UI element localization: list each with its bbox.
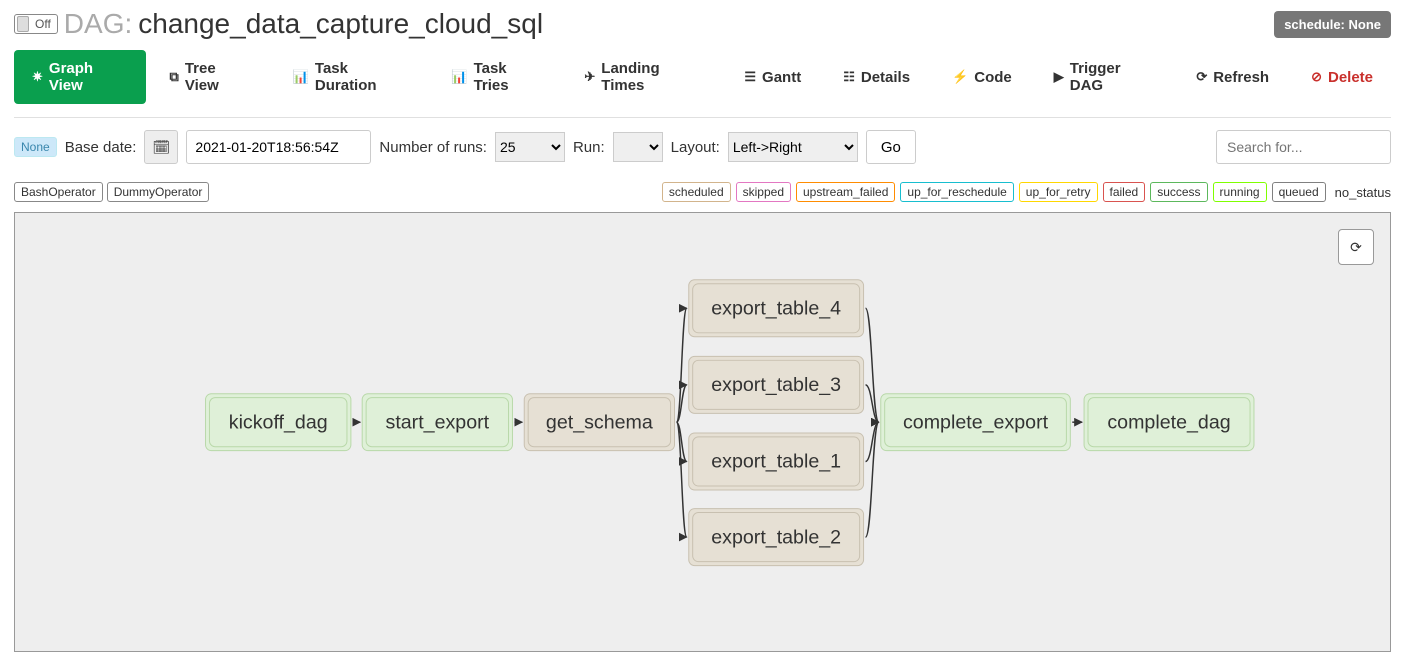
tab-graph-view[interactable]: ✷Graph View <box>14 50 146 104</box>
task-node-export_table_4[interactable]: export_table_4 <box>689 280 864 337</box>
task-node-complete_dag[interactable]: complete_dag <box>1084 394 1254 451</box>
num-runs-select[interactable]: 25 <box>495 132 565 162</box>
tab-code[interactable]: ⚡Code <box>934 50 1030 104</box>
view-tabs: ✷Graph View ⧉Tree View 📊Task Duration 📊T… <box>0 40 1405 105</box>
tab-task-tries[interactable]: 📊Task Tries <box>433 50 560 104</box>
toggle-knob <box>17 16 29 32</box>
status-badge-success[interactable]: success <box>1150 182 1207 202</box>
legend-row: BashOperator DummyOperator scheduledskip… <box>0 176 1405 212</box>
tree-icon: ⧉ <box>170 69 179 85</box>
graph-refresh-button[interactable]: ⟳ <box>1338 229 1374 265</box>
svg-text:complete_export: complete_export <box>903 411 1049 433</box>
task-node-export_table_1[interactable]: export_table_1 <box>689 433 864 490</box>
num-runs-label: Number of runs: <box>379 139 487 156</box>
controls-bar: None Base date: 🗓 Number of runs: 25 Run… <box>0 118 1405 176</box>
tab-delete[interactable]: ⊘Delete <box>1293 50 1391 104</box>
svg-text:export_table_3: export_table_3 <box>711 374 841 396</box>
svg-text:complete_dag: complete_dag <box>1107 411 1230 433</box>
calendar-icon: 🗓 <box>153 139 171 156</box>
operator-badge-bash[interactable]: BashOperator <box>14 182 103 202</box>
task-node-export_table_3[interactable]: export_table_3 <box>689 356 864 413</box>
graph-canvas[interactable]: ⟳ kickoff_dagstart_exportget_schemaexpor… <box>14 212 1391 652</box>
base-date-input[interactable] <box>186 130 371 164</box>
refresh-icon: ⟳ <box>1196 69 1207 85</box>
list-icon: ☷ <box>843 69 855 85</box>
chart-icon: 📊 <box>293 69 309 85</box>
tab-landing-times[interactable]: ✈Landing Times <box>566 50 720 104</box>
plane-icon: ✈ <box>584 69 595 85</box>
dag-name: change_data_capture_cloud_sql <box>138 8 543 40</box>
task-node-complete_export[interactable]: complete_export <box>881 394 1071 451</box>
no-status-label: no_status <box>1335 185 1391 200</box>
svg-text:kickoff_dag: kickoff_dag <box>229 411 328 433</box>
bolt-icon: ⚡ <box>952 69 968 85</box>
operator-badge-dummy[interactable]: DummyOperator <box>107 182 210 202</box>
status-badge-up_for_retry[interactable]: up_for_retry <box>1019 182 1098 202</box>
status-badge-queued[interactable]: queued <box>1272 182 1326 202</box>
dag-prefix: DAG: <box>64 8 132 40</box>
layout-select[interactable]: Left->Right <box>728 132 858 162</box>
task-node-start_export[interactable]: start_export <box>362 394 512 451</box>
task-node-kickoff_dag[interactable]: kickoff_dag <box>206 394 351 451</box>
tab-trigger-dag[interactable]: ▶Trigger DAG <box>1036 50 1173 104</box>
task-node-export_table_2[interactable]: export_table_2 <box>689 509 864 566</box>
run-label: Run: <box>573 139 605 156</box>
status-badge-failed[interactable]: failed <box>1103 182 1146 202</box>
status-badge-scheduled[interactable]: scheduled <box>662 182 731 202</box>
layout-label: Layout: <box>671 139 720 156</box>
tab-tree-view[interactable]: ⧉Tree View <box>152 50 269 104</box>
delete-icon: ⊘ <box>1311 69 1322 85</box>
graph-icon: ✷ <box>32 69 43 85</box>
svg-text:start_export: start_export <box>386 411 490 433</box>
base-date-label: Base date: <box>65 139 137 156</box>
gantt-icon: ☰ <box>744 69 756 85</box>
svg-text:export_table_1: export_table_1 <box>711 451 841 473</box>
svg-text:export_table_4: export_table_4 <box>711 297 841 319</box>
task-node-get_schema[interactable]: get_schema <box>524 394 674 451</box>
search-input[interactable] <box>1216 130 1391 164</box>
svg-text:export_table_2: export_table_2 <box>711 526 841 548</box>
status-legend: scheduledskippedupstream_failedup_for_re… <box>662 182 1391 202</box>
toggle-label: Off <box>31 17 55 31</box>
svg-text:get_schema: get_schema <box>546 411 653 433</box>
refresh-icon: ⟳ <box>1350 239 1362 256</box>
status-badge-running[interactable]: running <box>1213 182 1267 202</box>
tab-task-duration[interactable]: 📊Task Duration <box>275 50 428 104</box>
run-select[interactable] <box>613 132 663 162</box>
calendar-button[interactable]: 🗓 <box>144 130 178 164</box>
status-badge-skipped[interactable]: skipped <box>736 182 791 202</box>
status-badge-up_for_reschedule[interactable]: up_for_reschedule <box>900 182 1013 202</box>
tab-gantt[interactable]: ☰Gantt <box>726 50 819 104</box>
status-badge-upstream_failed[interactable]: upstream_failed <box>796 182 895 202</box>
go-button[interactable]: Go <box>866 130 916 164</box>
tab-details[interactable]: ☷Details <box>825 50 928 104</box>
schedule-badge: schedule: None <box>1274 11 1391 38</box>
tries-icon: 📊 <box>451 69 467 85</box>
run-state-pill: None <box>14 137 57 157</box>
tab-refresh[interactable]: ⟳Refresh <box>1178 50 1287 104</box>
dag-toggle[interactable]: Off <box>14 14 58 34</box>
play-icon: ▶ <box>1054 69 1064 85</box>
